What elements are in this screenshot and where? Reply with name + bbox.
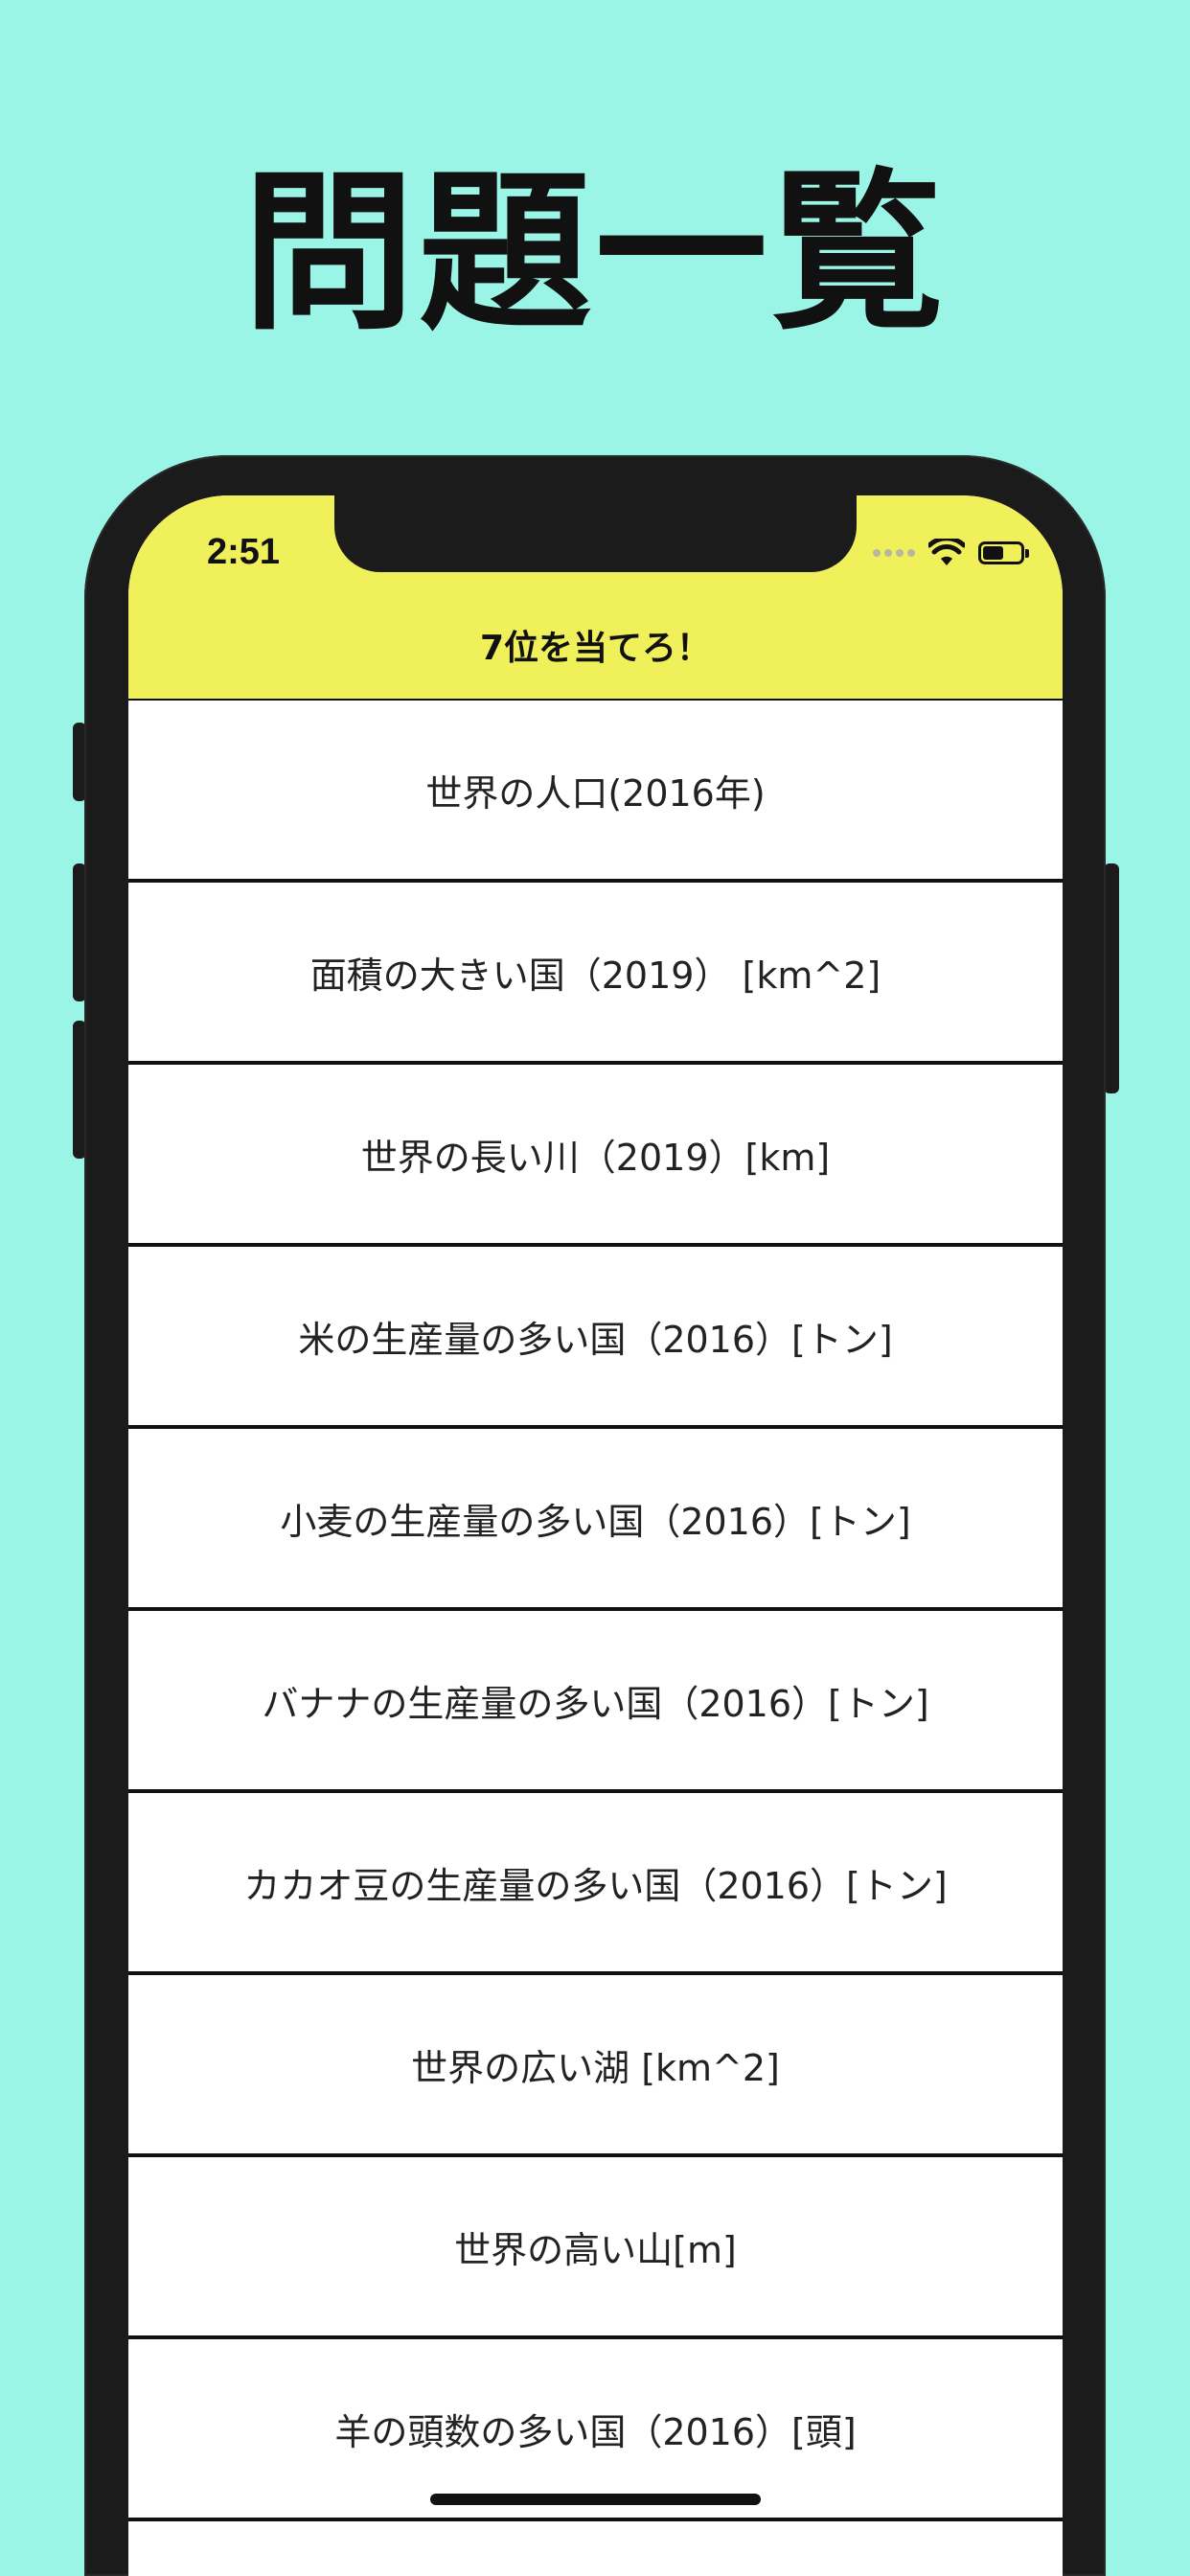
battery-icon (978, 541, 1029, 564)
home-indicator[interactable] (430, 2494, 761, 2505)
question-list-item[interactable]: 世界の広い湖 [km^2] (128, 1975, 1063, 2157)
cellular-signal-icon (873, 549, 915, 557)
question-list-item[interactable]: 米の生産量の多い国（2016）[トン] (128, 1247, 1063, 1429)
question-list-item[interactable]: 面積の大きい国（2019） [km^2] (128, 883, 1063, 1065)
question-label: バナナの生産量の多い国（2016）[トン] (262, 1682, 929, 1725)
promo-headline: 問題一覧 (241, 153, 948, 354)
question-list-item[interactable]: バナナの生産量の多い国（2016）[トン] (128, 1611, 1063, 1793)
question-label: 世界の広い湖 [km^2] (411, 2046, 780, 2089)
phone-power-button (1104, 863, 1119, 1093)
phone-screen: 2:51 7位を当てろ！ 世界の人口(2016年) 面積の大きい国（2019） [… (128, 495, 1063, 2576)
navigation-bar: 2:51 7位を当てろ！ (128, 495, 1063, 699)
question-list: 世界の人口(2016年) 面積の大きい国（2019） [km^2] 世界の長い川（2… (128, 699, 1063, 2521)
question-label: カカオ豆の生産量の多い国（2016）[トン] (243, 1864, 948, 1907)
question-list-item[interactable]: 世界の人口(2016年) (128, 699, 1063, 883)
battery-level-fill (983, 546, 1003, 560)
status-indicators (873, 534, 1029, 572)
wifi-icon (928, 539, 965, 565)
question-list-item[interactable]: 世界の高い山[m] (128, 2157, 1063, 2339)
question-label: 面積の大きい国（2019） [km^2] (309, 954, 881, 997)
question-list-item[interactable]: カカオ豆の生産量の多い国（2016）[トン] (128, 1793, 1063, 1975)
question-list-item[interactable]: 小麦の生産量の多い国（2016）[トン] (128, 1429, 1063, 1611)
status-time: 2:51 (207, 532, 281, 572)
question-label: 世界の高い山[m] (454, 2228, 737, 2271)
question-label: 世界の長い川（2019）[km] (360, 1136, 831, 1179)
question-list-item[interactable]: 世界の長い川（2019）[km] (128, 1065, 1063, 1247)
phone-notch (334, 495, 857, 572)
nav-title: 7位を当てろ！ (479, 629, 712, 668)
question-label: 米の生産量の多い国（2016）[トン] (298, 1318, 893, 1361)
question-label: 小麦の生産量の多い国（2016）[トン] (280, 1500, 911, 1543)
question-label: 世界の人口(2016年) (425, 771, 766, 815)
question-label: 羊の頭数の多い国（2016）[頭] (334, 2410, 857, 2453)
